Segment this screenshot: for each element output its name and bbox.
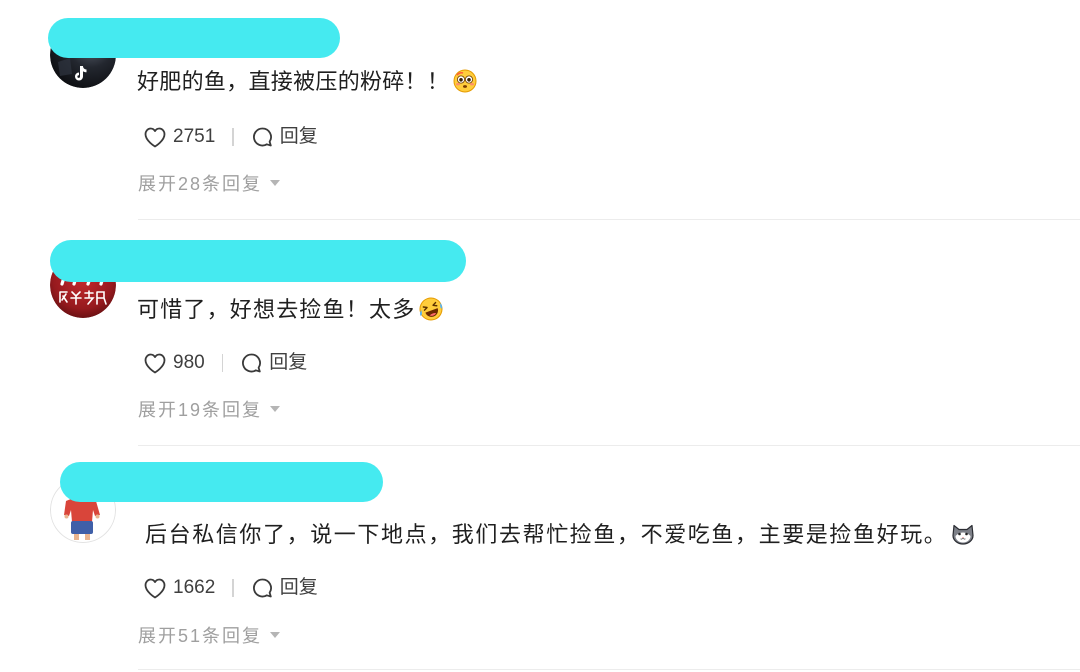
username-redaction-mark <box>60 462 383 502</box>
comment-actions: 980 回复 <box>143 351 307 375</box>
like-button[interactable]: 980 <box>143 351 205 375</box>
comment-divider <box>138 445 1080 446</box>
expand-replies-label[interactable]: 展开19条回复 <box>138 396 262 422</box>
caret-down-icon[interactable] <box>270 632 281 638</box>
comment-bubble-icon[interactable] <box>240 352 263 375</box>
caret-down-icon[interactable] <box>270 406 281 412</box>
comment-text-content: 好肥的鱼，直接被压的粉碎！！ <box>137 69 450 94</box>
like-button[interactable]: 2751 <box>143 125 215 149</box>
comment-text-content: 可惜了，好想去捡鱼！太多 <box>137 297 416 322</box>
reply-label[interactable]: 回复 <box>280 576 318 600</box>
reply-button[interactable]: 回复 <box>240 351 307 375</box>
action-divider <box>232 128 234 146</box>
comment-divider <box>138 219 1080 220</box>
caret-down-icon[interactable] <box>270 180 281 186</box>
cat-face-emoji-icon <box>951 522 975 546</box>
action-divider <box>232 579 234 597</box>
comment-divider <box>138 669 1080 670</box>
like-count[interactable]: 980 <box>173 351 205 375</box>
action-divider <box>221 354 224 372</box>
reply-label[interactable]: 回复 <box>280 125 318 149</box>
heart-outline-icon[interactable] <box>143 577 167 599</box>
expand-replies-label[interactable]: 展开51条回复 <box>138 622 262 648</box>
heart-outline-icon[interactable] <box>143 352 167 374</box>
comment-actions: 2751 回复 <box>143 125 318 149</box>
comment-text: 可惜了，好想去捡鱼！太多 <box>137 296 443 324</box>
reply-label[interactable]: 回复 <box>269 351 307 375</box>
username-redaction-mark <box>48 18 340 58</box>
reply-button[interactable]: 回复 <box>251 125 318 149</box>
comment-item: 后台私信你了，说一下地点，我们去帮忙捡鱼，不爱吃鱼，主要是捡鱼好玩。 1662 … <box>0 452 1080 672</box>
expand-replies-label[interactable]: 展开28条回复 <box>138 170 262 196</box>
reply-button[interactable]: 回复 <box>251 576 318 600</box>
comment-text-content: 后台私信你了，说一下地点，我们去帮忙捡鱼，不爱吃鱼，主要是捡鱼好玩。 <box>145 522 948 547</box>
like-count[interactable]: 2751 <box>173 125 215 149</box>
heart-outline-icon[interactable] <box>143 126 167 148</box>
username-redaction-mark <box>50 240 466 282</box>
comment-actions: 1662 回复 <box>143 576 318 600</box>
comment-bubble-icon[interactable] <box>251 577 274 600</box>
expand-replies-link[interactable]: 展开28条回复 <box>138 170 281 196</box>
comment-text: 好肥的鱼，直接被压的粉碎！！ <box>137 68 477 96</box>
flushed-face-emoji-icon <box>453 69 477 93</box>
like-button[interactable]: 1662 <box>143 576 215 600</box>
comment-item: 可惜了，好想去捡鱼！太多 980 回复 展开19条回复 <box>0 226 1080 452</box>
comment-bubble-icon[interactable] <box>251 126 274 149</box>
comment-text: 后台私信你了，说一下地点，我们去帮忙捡鱼，不爱吃鱼，主要是捡鱼好玩。 <box>145 521 975 549</box>
rolling-laughing-emoji-icon <box>419 297 443 321</box>
comment-item: 好肥的鱼，直接被压的粉碎！！ 2751 回复 展开28条回复 <box>0 0 1080 226</box>
expand-replies-link[interactable]: 展开19条回复 <box>138 396 281 422</box>
expand-replies-link[interactable]: 展开51条回复 <box>138 622 281 648</box>
like-count[interactable]: 1662 <box>173 576 215 600</box>
